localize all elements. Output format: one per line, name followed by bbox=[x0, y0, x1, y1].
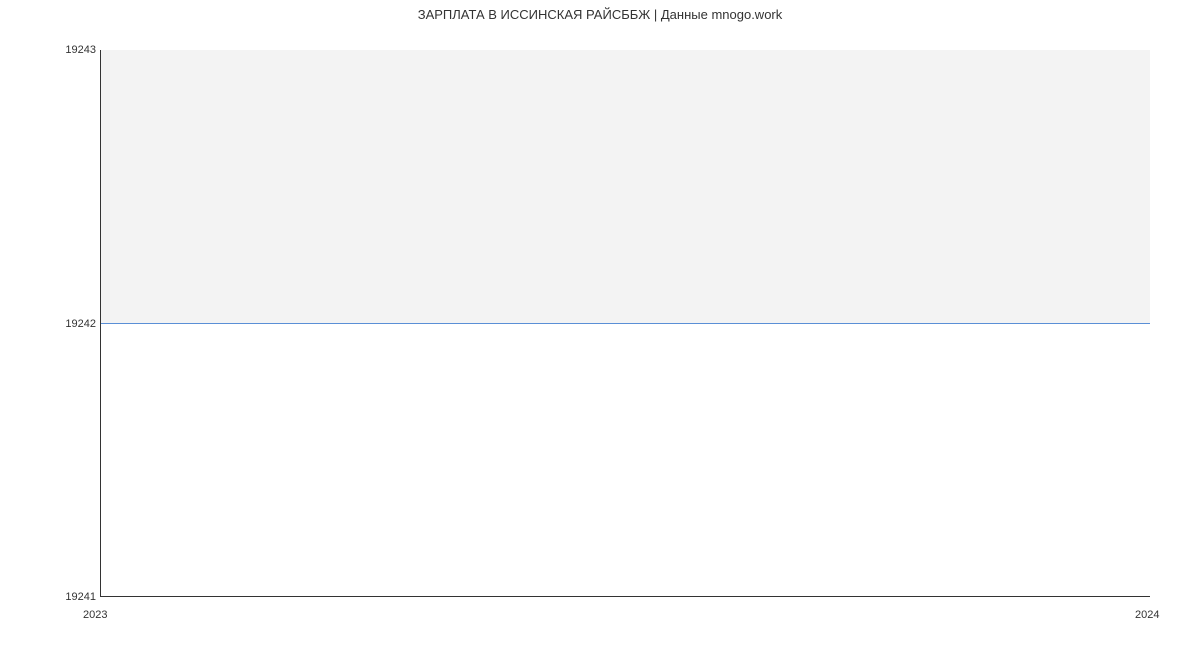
chart-title: ЗАРПЛАТА В ИССИНСКАЯ РАЙСББЖ | Данные mn… bbox=[0, 7, 1200, 22]
y-axis-tick-label: 19243 bbox=[46, 44, 96, 56]
x-axis-tick-label: 2024 bbox=[1135, 609, 1159, 621]
x-axis-tick-label: 2023 bbox=[83, 609, 107, 621]
plot-area bbox=[100, 50, 1150, 597]
chart-container: ЗАРПЛАТА В ИССИНСКАЯ РАЙСББЖ | Данные mn… bbox=[0, 0, 1200, 650]
y-axis-tick-label: 19241 bbox=[46, 591, 96, 603]
fill-region bbox=[101, 50, 1150, 324]
data-line bbox=[101, 323, 1150, 324]
y-axis-tick-label: 19242 bbox=[46, 318, 96, 330]
